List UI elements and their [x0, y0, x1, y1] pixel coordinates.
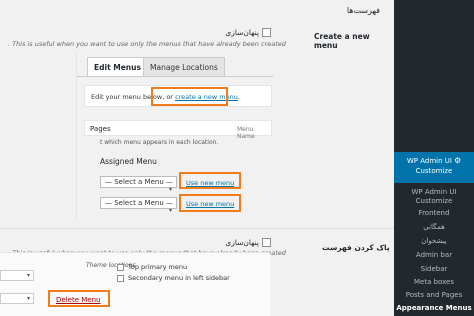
- tab-manage-locations[interactable]: Manage Locations: [143, 57, 225, 76]
- assigned-menu-heading: Assigned Menu: [100, 157, 157, 166]
- row-label-delete-menu: پاک کردن فهرست: [322, 243, 390, 252]
- row-label-create-new-menu: Create a new menu: [314, 32, 370, 50]
- menu-select-2-value: — Select a Menu —: [105, 199, 174, 207]
- sidebar-subitem-posts-and-pages[interactable]: Posts and Pages: [394, 291, 474, 300]
- sidebar-subitem-frontend[interactable]: Frontend: [394, 209, 474, 218]
- pages-metabox-header[interactable]: Pages Menu Name: [84, 120, 272, 140]
- sidebar-subitem-general[interactable]: همگانی: [394, 223, 474, 232]
- sidebar-subitem-dashboard[interactable]: پیشخوان: [394, 237, 474, 246]
- location-label-top-primary: Top primary menu: [128, 263, 188, 271]
- highlight-use-new-menu-1: [179, 172, 241, 189]
- edit-menu-suffix: .: [237, 93, 240, 101]
- hide-checkbox-label: پنهان‌سازی: [225, 28, 259, 37]
- location-help-text: t which menu appears in each location.: [100, 139, 219, 146]
- hide-checkbox-label: پنهان‌سازی: [225, 238, 259, 247]
- chevron-down-icon: ▾: [168, 186, 172, 193]
- sidebar-active-label: WP Admin UI: [406, 157, 452, 165]
- sidebar-subitem-sidebar[interactable]: Sidebar: [394, 265, 474, 274]
- pages-label: Pages: [90, 125, 111, 133]
- settings-main: فهرست‌ها Create a new menu پنهان‌سازی . …: [0, 0, 394, 316]
- menu-name-label: Menu Name: [237, 126, 255, 140]
- admin-sidebar: WP Admin UI ⚙ Customize WP Admin UI Custo…: [389, 0, 474, 316]
- menu-select-1[interactable]: — Select a Menu — ▾: [100, 176, 177, 193]
- location-checkbox-secondary[interactable]: [117, 275, 124, 282]
- sidebar-subitem-admin-bar[interactable]: Admin bar: [394, 251, 474, 260]
- row-description: . This is useful when you want to use on…: [8, 40, 286, 48]
- sidebar-active-label-2: Customize: [415, 167, 453, 175]
- gear-icon: ⚙: [453, 156, 462, 165]
- sidebar-subitem-appearance-menus[interactable]: Appearance Menus: [394, 304, 474, 313]
- sidebar-item-wp-admin-ui-customize[interactable]: WP Admin UI ⚙ Customize: [394, 152, 474, 183]
- highlight-create-link: [151, 87, 228, 106]
- sidebar-subitem-meta-boxes[interactable]: Meta boxes: [394, 278, 474, 287]
- hide-checkbox[interactable]: [262, 238, 271, 247]
- hide-checkbox[interactable]: [262, 28, 271, 37]
- chevron-down-icon: ▾: [26, 295, 30, 302]
- location-label-secondary: Secondary menu in left sidebar: [128, 274, 230, 282]
- menu-select-1-value: — Select a Menu —: [105, 178, 174, 186]
- location-checkbox-top-primary[interactable]: [117, 264, 124, 271]
- section-title: فهرست‌ها: [346, 6, 380, 15]
- chevron-down-icon: ▾: [26, 272, 30, 279]
- mini-select-1[interactable]: ▾: [0, 270, 34, 281]
- mini-select-2[interactable]: ▾: [0, 293, 34, 304]
- sidebar-subitem-wp-admin-ui-customize[interactable]: WP Admin UI Customize: [394, 188, 474, 206]
- chevron-down-icon: ▾: [168, 207, 172, 214]
- tab-edit-menus[interactable]: Edit Menus: [87, 57, 148, 76]
- menu-select-2[interactable]: — Select a Menu — ▾: [100, 197, 177, 214]
- tab-underline: [77, 76, 273, 77]
- highlight-delete-menu: [48, 290, 110, 307]
- highlight-use-new-menu-2: [179, 194, 241, 212]
- row-divider: [0, 228, 394, 229]
